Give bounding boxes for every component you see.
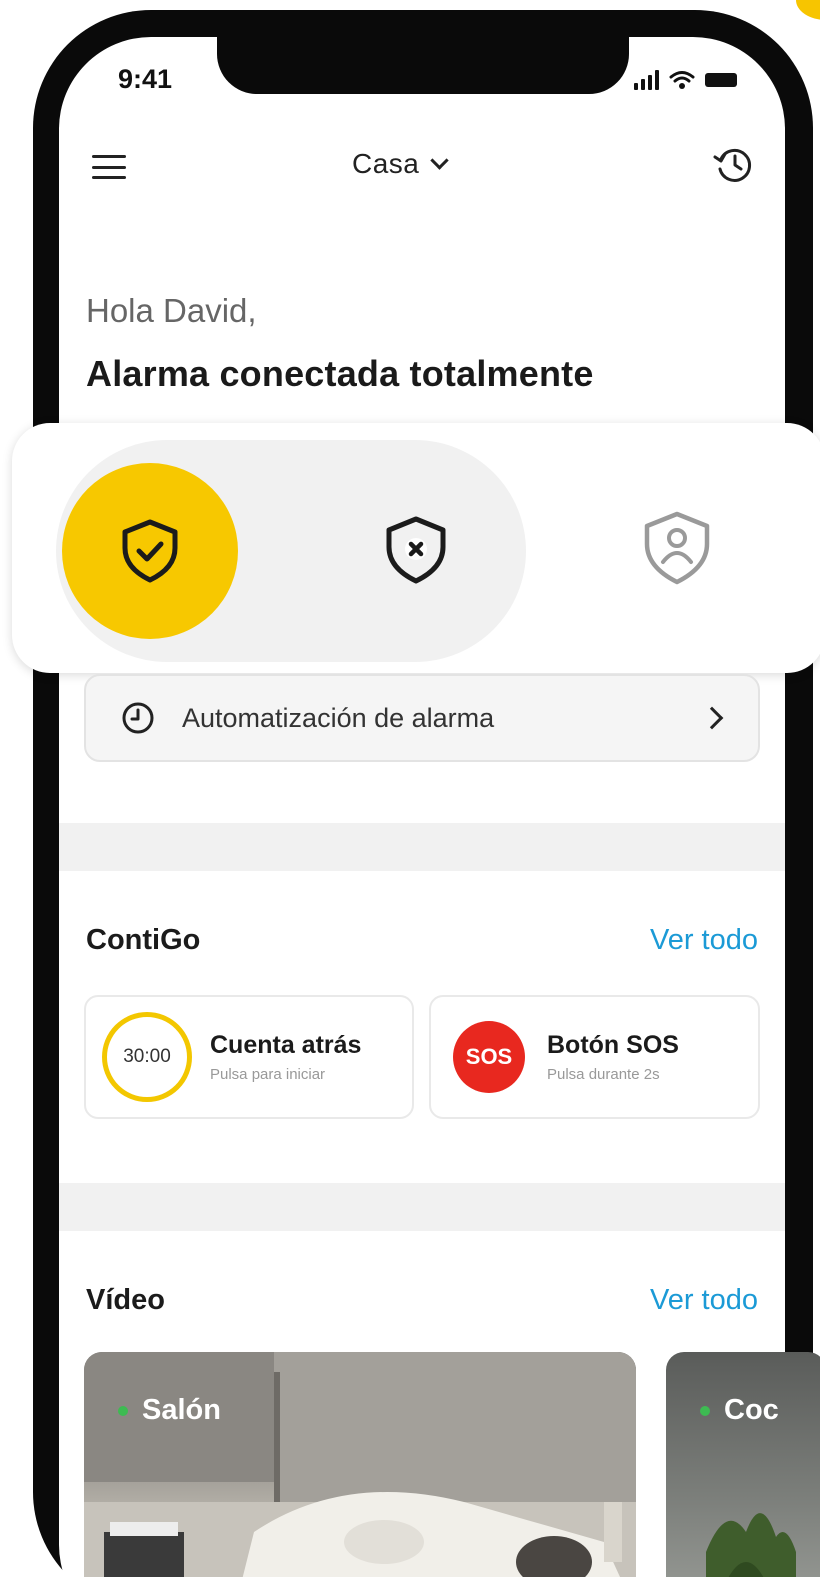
hamburger-menu-icon[interactable] [92,155,126,179]
camera-thumbnail [706,1513,796,1577]
camera-status-dot [700,1405,710,1416]
camera-label-salon: Salón [118,1394,221,1427]
sos-badge: SOS [453,1021,525,1093]
countdown-timer-ring: 30:00 [102,1012,192,1102]
location-label: Casa [352,148,420,179]
status-time: 9:41 [118,64,173,94]
countdown-text: Cuenta atrás Pulsa para iniciar [210,1031,361,1083]
battery-icon [705,73,737,87]
sos-card[interactable]: SOS Botón SOS Pulsa durante 2s [429,995,760,1119]
alarm-partial-button[interactable] [612,483,742,613]
camera-thumbnail [84,1352,636,1577]
section-divider [59,823,785,871]
sos-title: Botón SOS [547,1031,679,1059]
camera-card-salon[interactable]: Salón [84,1352,636,1577]
alarm-armed-button[interactable] [62,463,238,639]
greeting-text: Hola David, [86,292,257,329]
alarm-automation-label: Automatización de alarma [182,702,495,733]
countdown-subtitle: Pulsa para iniciar [210,1066,326,1083]
corner-decoration [796,0,820,20]
phone-notch [217,30,629,94]
cellular-signal-icon [634,70,659,90]
alarm-automation-row[interactable]: Automatización de alarma [84,674,760,762]
phone-screen [59,37,785,1577]
camera-status-dot [118,1405,128,1416]
shield-check-icon [122,519,178,583]
countdown-title: Cuenta atrás [210,1031,362,1059]
contigo-see-all-link[interactable]: Ver todo [650,924,758,957]
section-divider [59,1183,785,1231]
shield-x-icon [386,516,446,584]
camera-card-cocina[interactable]: Coc [666,1352,820,1577]
camera-label-cocina: Coc [700,1394,779,1427]
contigo-section-title: ContiGo [86,924,201,956]
clock-icon [122,702,154,734]
video-see-all-link[interactable]: Ver todo [650,1284,758,1317]
camera-name: Coc [724,1394,779,1426]
alarm-status-title: Alarma conectada totalmente [86,353,594,394]
chevron-down-icon [430,150,450,170]
sos-subtitle: Pulsa durante 2s [547,1066,660,1083]
camera-name: Salón [142,1394,221,1426]
wifi-icon [669,71,695,89]
alarm-disarmed-button[interactable] [346,480,486,620]
location-selector[interactable]: Casa [352,148,450,180]
chevron-right-icon [700,706,724,730]
status-icons [634,66,758,94]
video-section-title: Vídeo [86,1284,165,1316]
shield-person-icon [644,511,710,585]
sos-text: Botón SOS Pulsa durante 2s [547,1031,679,1083]
history-clock-icon[interactable] [712,143,756,187]
countdown-card[interactable]: 30:00 Cuenta atrás Pulsa para iniciar [84,995,414,1119]
